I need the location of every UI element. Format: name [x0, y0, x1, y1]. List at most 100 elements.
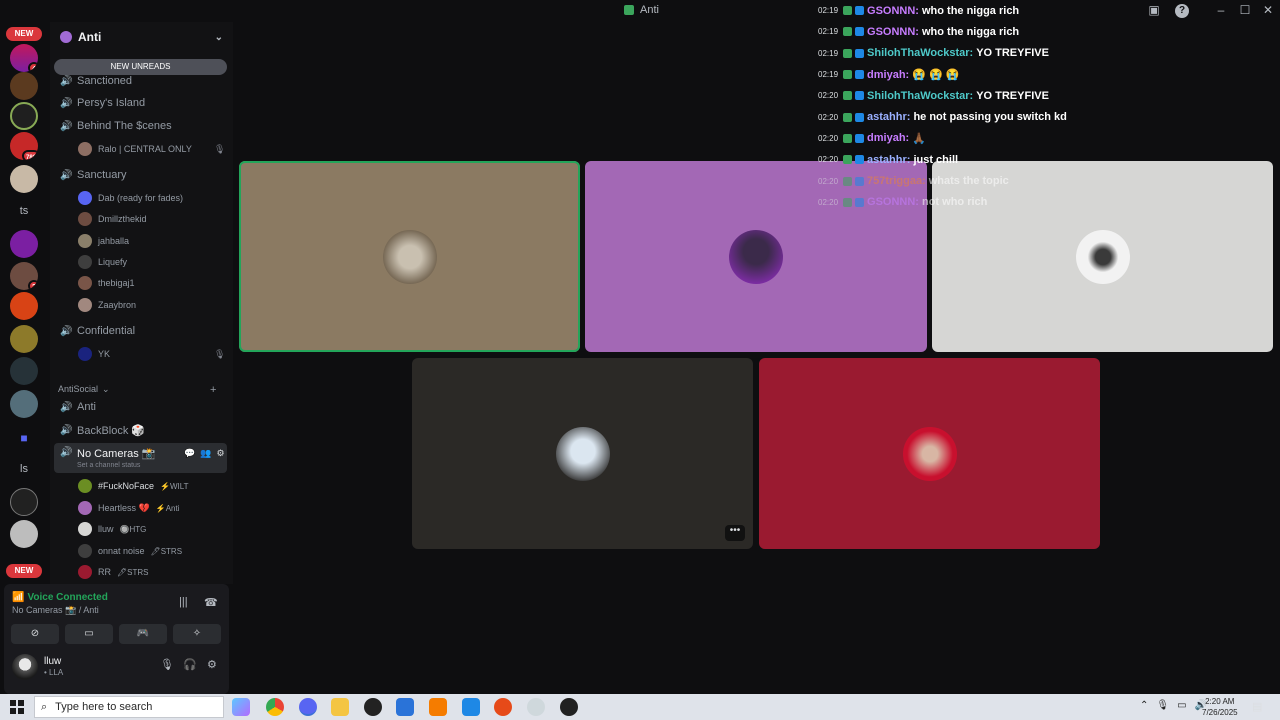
server-icon-9[interactable] — [10, 390, 38, 418]
chat-username[interactable]: ShilohThaWockstar: — [867, 47, 973, 59]
chat-username[interactable]: astahhr: — [867, 111, 910, 123]
headphones-icon[interactable]: 🎧 — [183, 658, 197, 671]
voice-channel-label[interactable]: No Cameras 📸 / Anti — [12, 605, 99, 616]
voice-member[interactable]: Heartless 💔 ⚡Anti — [78, 499, 179, 517]
chat-icon[interactable]: 💬 — [184, 448, 195, 459]
voice-member[interactable]: Zaaybron — [78, 296, 136, 314]
app-icon-obs[interactable] — [560, 698, 578, 716]
chat-username[interactable]: dmiyah: — [867, 69, 909, 81]
server-icon-4[interactable] — [10, 230, 38, 258]
voice-member[interactable]: thebigaj1 — [78, 274, 135, 292]
server-icon-6[interactable] — [10, 292, 38, 320]
chat-text: just chill — [913, 153, 959, 166]
minimize-button[interactable]: – — [1213, 3, 1229, 17]
chat-username[interactable]: 757triggaa: — [867, 175, 926, 187]
chat-username[interactable]: GSONNN: — [867, 5, 919, 17]
server-icon-11[interactable] — [10, 520, 38, 548]
chat-username[interactable]: astahhr: — [867, 154, 910, 166]
user-name[interactable]: lluw — [44, 656, 61, 667]
gear-icon[interactable]: ⚙ — [216, 448, 224, 459]
server-header[interactable]: Anti ⌄ — [50, 22, 233, 52]
chat-username[interactable]: GSONNN: — [867, 196, 919, 208]
folder-icon[interactable]: ■ — [10, 424, 38, 452]
close-button[interactable]: ✕ — [1260, 3, 1276, 17]
voice-member[interactable]: #FuckNoFace ⚡WILT — [78, 477, 189, 495]
server-icon-1[interactable]: 4 — [10, 44, 38, 72]
notification-icon[interactable]: ▤ — [1252, 700, 1262, 713]
server-icon-aftermath[interactable] — [10, 102, 38, 130]
video-tile-1[interactable] — [239, 161, 580, 352]
microphone-icon[interactable]: 🎙 — [1156, 700, 1169, 711]
channel-status[interactable]: Set a channel status — [77, 462, 156, 469]
channel-backblock[interactable]: 🔊 BackBlock 🎲 — [54, 420, 227, 440]
voice-member[interactable]: onnat noise 🖊STRS — [78, 542, 182, 560]
badge-icon — [855, 155, 865, 165]
chat-username[interactable]: GSONNN: — [867, 26, 919, 38]
app-icon-a[interactable] — [429, 698, 447, 716]
invite-icon[interactable]: 👥 — [200, 448, 211, 459]
settings-icon[interactable] — [527, 698, 545, 716]
voice-member[interactable]: jahballa — [78, 232, 129, 250]
network-icon[interactable]: ▭ — [1177, 700, 1186, 711]
microphone-icon[interactable]: 🎙 — [160, 658, 174, 671]
voice-member[interactable]: YK 🎙 — [78, 345, 225, 363]
badge-icon — [855, 48, 865, 58]
channel-behind-the-scenes[interactable]: 🔊 Behind The $cenes — [54, 116, 227, 136]
voice-member[interactable]: Dab (ready for fades) — [78, 189, 183, 207]
channel-no-cameras[interactable]: 🔊 No Cameras 📸 Set a channel status 💬 👥 ⚙ — [54, 443, 227, 473]
clock[interactable]: 2:20 AM 7/26/2025 — [1202, 696, 1238, 718]
server-icon-ts[interactable]: ts — [10, 197, 38, 225]
copilot-icon[interactable] — [232, 698, 250, 716]
screen-share-button[interactable]: ▭ — [65, 624, 113, 644]
channel-sanctioned[interactable]: 🔊 Sanctioned — [54, 71, 227, 91]
camera-off-button[interactable]: ⊘ — [11, 624, 59, 644]
voice-member[interactable]: Liquefy — [78, 253, 127, 271]
server-icon-10[interactable] — [10, 488, 38, 516]
more-options-icon[interactable]: ••• — [725, 525, 745, 541]
voice-member[interactable]: Ralo | CENTRAL ONLY 🎙 — [78, 140, 225, 158]
new-pill-top[interactable]: NEW — [6, 27, 42, 41]
maximize-button[interactable]: ☐ — [1237, 3, 1253, 17]
avatar[interactable] — [12, 654, 38, 680]
server-icon-3[interactable] — [10, 165, 38, 193]
chat-username[interactable]: dmiyah: — [867, 132, 909, 144]
voice-member[interactable]: RR 🖊STRS — [78, 563, 149, 581]
channel-persys-island[interactable]: 🔊 Persy's Island — [54, 93, 227, 113]
file-explorer-icon[interactable] — [331, 698, 349, 716]
chevron-up-icon[interactable]: ⌃ — [1140, 700, 1148, 711]
chat-username[interactable]: ShilohThaWockstar: — [867, 90, 973, 102]
chrome-icon[interactable] — [266, 698, 284, 716]
server-icon-7[interactable] — [10, 325, 38, 353]
server-icon-8[interactable] — [10, 357, 38, 385]
app-icon-c[interactable] — [494, 698, 512, 716]
video-tile-5[interactable] — [759, 358, 1100, 549]
help-icon[interactable]: ? — [1175, 4, 1189, 18]
taskbar-search[interactable]: ⌕ Type here to search — [34, 696, 224, 718]
activities-button[interactable]: 🎮 — [119, 624, 167, 644]
voice-member[interactable]: Dmillzthekid — [78, 210, 147, 228]
disconnect-icon[interactable]: ☎ — [204, 596, 218, 609]
server-icon-ls[interactable]: ls — [10, 455, 38, 483]
gear-icon[interactable]: ⚙ — [207, 658, 217, 671]
server-icon-windy-city[interactable] — [10, 72, 38, 100]
voice-member[interactable]: lluw 🔘HTG — [78, 520, 146, 538]
server-icon-2[interactable]: 786 — [10, 132, 38, 160]
badge-icon — [843, 48, 853, 58]
category-antisocial[interactable]: AntiSocial ⌄ + — [58, 384, 216, 396]
new-pill-bottom[interactable]: NEW — [6, 564, 42, 578]
store-icon[interactable] — [396, 698, 414, 716]
channel-sanctuary[interactable]: 🔊 Sanctuary — [54, 165, 227, 185]
video-tile-4[interactable]: ••• — [412, 358, 753, 549]
inbox-icon[interactable]: ▣ — [1146, 3, 1162, 17]
add-channel-icon[interactable]: + — [210, 384, 216, 396]
server-icon-5[interactable]: 2 — [10, 262, 38, 290]
channel-anti[interactable]: 🔊 Anti — [54, 397, 227, 417]
soundboard-button[interactable]: ✧ — [173, 624, 221, 644]
channel-confidential[interactable]: 🔊 Confidential — [54, 321, 227, 341]
app-icon-f[interactable] — [462, 698, 480, 716]
noise-suppression-icon[interactable]: ||| — [179, 596, 188, 608]
app-icon-g[interactable] — [364, 698, 382, 716]
voice-connected-status[interactable]: 📶 Voice Connected — [12, 592, 108, 603]
windows-start-icon[interactable] — [10, 700, 24, 714]
discord-icon[interactable] — [299, 698, 317, 716]
